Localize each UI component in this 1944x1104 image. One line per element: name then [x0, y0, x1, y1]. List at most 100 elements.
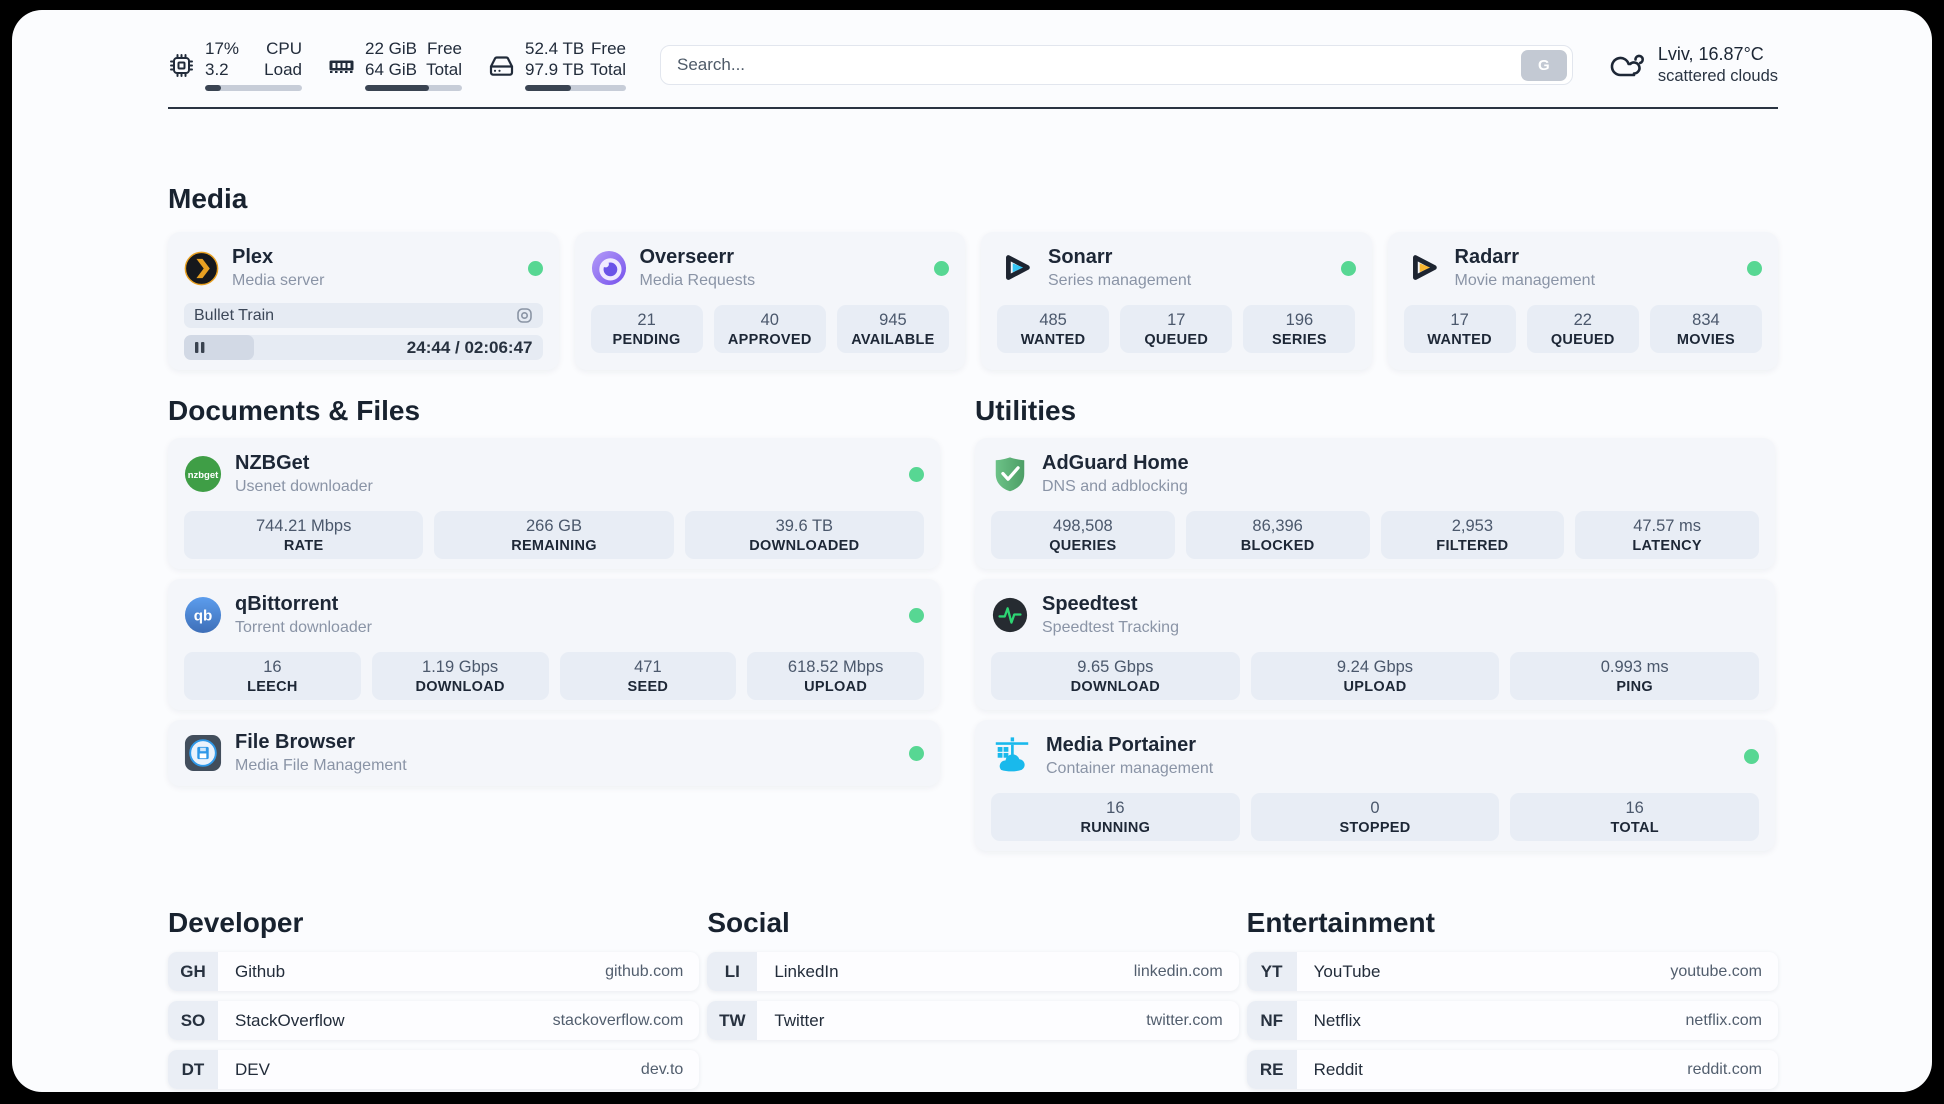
cpu-percent: 17%	[205, 39, 240, 59]
status-dot	[909, 745, 924, 761]
app-name: File Browser	[235, 731, 356, 753]
bookmark-group-social: Social LI LinkedIn linkedin.com TW Twitt…	[707, 906, 1239, 1089]
stat-label: UPLOAD	[1343, 678, 1407, 695]
stat-label: MOVIES	[1676, 331, 1735, 348]
stat-value: 2,953	[1451, 516, 1494, 535]
svg-text:nzbget: nzbget	[188, 470, 219, 481]
stat-label: STOPPED	[1339, 819, 1411, 836]
search-input[interactable]	[677, 55, 1521, 75]
stat-download: 9.65 Gbps DOWNLOAD	[991, 652, 1240, 700]
bookmark-abbr: NF	[1246, 1001, 1297, 1040]
stat-value: 16	[1106, 798, 1125, 817]
stat-label: WANTED	[1427, 331, 1492, 348]
stat-download: 1.19 Gbps DOWNLOAD	[371, 652, 549, 700]
stat-movies: 834 MOVIES	[1649, 305, 1762, 353]
header-divider	[168, 107, 1778, 109]
player-progress-row[interactable]: 24:44 / 02:06:47	[184, 335, 543, 360]
stat-value: 618.52 Mbps	[787, 657, 884, 676]
ram-total-label: Total	[426, 59, 462, 79]
bookmark-name: StackOverflow	[235, 1010, 345, 1030]
bookmark-twitter[interactable]: TW Twitter twitter.com	[707, 1001, 1239, 1040]
svg-text:qb: qb	[194, 608, 213, 625]
stat-seed: 471 SEED	[559, 652, 737, 700]
app-desc: Media Requests	[639, 272, 756, 289]
app-card-portainer[interactable]: Media Portainer Container management 16 …	[975, 720, 1775, 851]
bookmark-url: github.com	[605, 962, 684, 980]
disk-metric-widget: 52.4 TB 97.9 TB Free Total	[488, 39, 626, 91]
session-icon	[516, 307, 533, 324]
stat-queued: 22 QUEUED	[1526, 305, 1639, 353]
app-card-qbittorrent[interactable]: qb qBittorrent Torrent downloader 16 LEE…	[168, 579, 940, 710]
app-name: Speedtest	[1042, 593, 1138, 615]
stat-value: 266 GB	[526, 516, 582, 535]
ram-progress-bar	[365, 84, 462, 91]
stat-label: FILTERED	[1436, 537, 1509, 554]
status-dot	[1747, 260, 1762, 276]
app-desc: Movie management	[1454, 272, 1596, 289]
plex-icon	[184, 251, 219, 286]
bookmark-url: twitter.com	[1146, 1011, 1223, 1029]
sonarr-icon	[997, 249, 1035, 287]
stat-label: RUNNING	[1080, 819, 1151, 836]
bookmark-group-developer: Developer GH Github github.com SO StackO…	[168, 906, 700, 1089]
bookmark-github[interactable]: GH Github github.com	[168, 952, 700, 991]
bookmark-dev[interactable]: DT DEV dev.to	[168, 1050, 700, 1089]
app-card-plex[interactable]: Plex Media server Bullet Train 24:44 / 0…	[168, 232, 559, 370]
status-dot	[909, 607, 924, 623]
stat-label: LATENCY	[1632, 537, 1702, 554]
speedtest-icon	[991, 596, 1029, 634]
app-card-overseerr[interactable]: Overseerr Media Requests 21 PENDING 40 A…	[574, 232, 965, 370]
adguard-icon	[991, 455, 1029, 493]
stat-series: 196 SERIES	[1243, 305, 1356, 353]
dashboard-page: 17% 3.2 CPU Load 22 GiB 64 GiB Free Tota…	[12, 10, 1932, 1092]
status-dot	[909, 466, 924, 482]
bookmark-abbr: YT	[1246, 952, 1297, 991]
section-title-media: Media	[168, 183, 248, 214]
app-desc: Container management	[1046, 760, 1214, 777]
app-card-nzbget[interactable]: nzbget NZBGet Usenet downloader 744.21 M…	[168, 438, 940, 569]
status-dot	[527, 260, 543, 276]
app-card-adguard[interactable]: AdGuard Home DNS and adblocking 498,508 …	[975, 438, 1775, 569]
stat-value: 17	[1167, 310, 1186, 329]
stat-ping: 0.993 ms PING	[1510, 652, 1759, 700]
app-card-speedtest[interactable]: Speedtest Speedtest Tracking 9.65 Gbps D…	[975, 579, 1775, 710]
app-card-sonarr[interactable]: Sonarr Series management 485 WANTED 17 Q…	[981, 232, 1372, 370]
pause-icon[interactable]	[194, 341, 206, 354]
cloud-icon	[1610, 54, 1644, 77]
bookmark-abbr: DT	[168, 1050, 218, 1089]
now-playing-title: Bullet Train	[194, 306, 275, 324]
bookmark-group-entertainment: Entertainment YT YouTube youtube.com NF …	[1246, 906, 1778, 1089]
radarr-icon	[1404, 249, 1442, 287]
bookmark-abbr: LI	[707, 952, 758, 991]
stat-value: 0	[1370, 798, 1380, 817]
stat-queued: 17 QUEUED	[1120, 305, 1233, 353]
bookmark-netflix[interactable]: NF Netflix netflix.com	[1246, 1001, 1778, 1040]
status-dot	[1340, 260, 1356, 276]
stat-pending: 21 PENDING	[590, 305, 703, 353]
stat-label: QUERIES	[1049, 537, 1117, 554]
stat-value: 16	[263, 657, 282, 676]
status-dot	[934, 260, 949, 276]
app-card-radarr[interactable]: Radarr Movie management 17 WANTED 22 QUE…	[1387, 232, 1778, 370]
cpu-load-value: 3.2	[205, 59, 229, 79]
app-desc: Series management	[1048, 272, 1192, 289]
search-engine-button[interactable]: G	[1520, 49, 1567, 81]
disk-total-label: Total	[590, 59, 626, 79]
stat-value: 17	[1450, 310, 1469, 329]
stat-approved: 40 APPROVED	[713, 305, 826, 353]
app-name: Media Portainer	[1046, 734, 1197, 756]
bookmark-youtube[interactable]: YT YouTube youtube.com	[1246, 952, 1778, 991]
cpu-load-label: Load	[264, 59, 302, 79]
bookmark-stackoverflow[interactable]: SO StackOverflow stackoverflow.com	[168, 1001, 700, 1040]
stat-blocked: 86,396 BLOCKED	[1185, 511, 1370, 559]
bookmark-linkedin[interactable]: LI LinkedIn linkedin.com	[707, 952, 1239, 991]
disk-progress-bar	[525, 84, 626, 91]
ram-free-label: Free	[427, 39, 462, 59]
bookmark-name: Netflix	[1313, 1010, 1361, 1030]
app-card-filebrowser[interactable]: File Browser Media File Management	[168, 720, 940, 786]
cpu-progress-fill	[205, 84, 222, 91]
stat-label: UPLOAD	[804, 678, 868, 695]
bookmark-abbr: TW	[707, 1001, 758, 1040]
app-name: Sonarr	[1048, 246, 1113, 268]
bookmark-reddit[interactable]: RE Reddit reddit.com	[1246, 1050, 1778, 1089]
